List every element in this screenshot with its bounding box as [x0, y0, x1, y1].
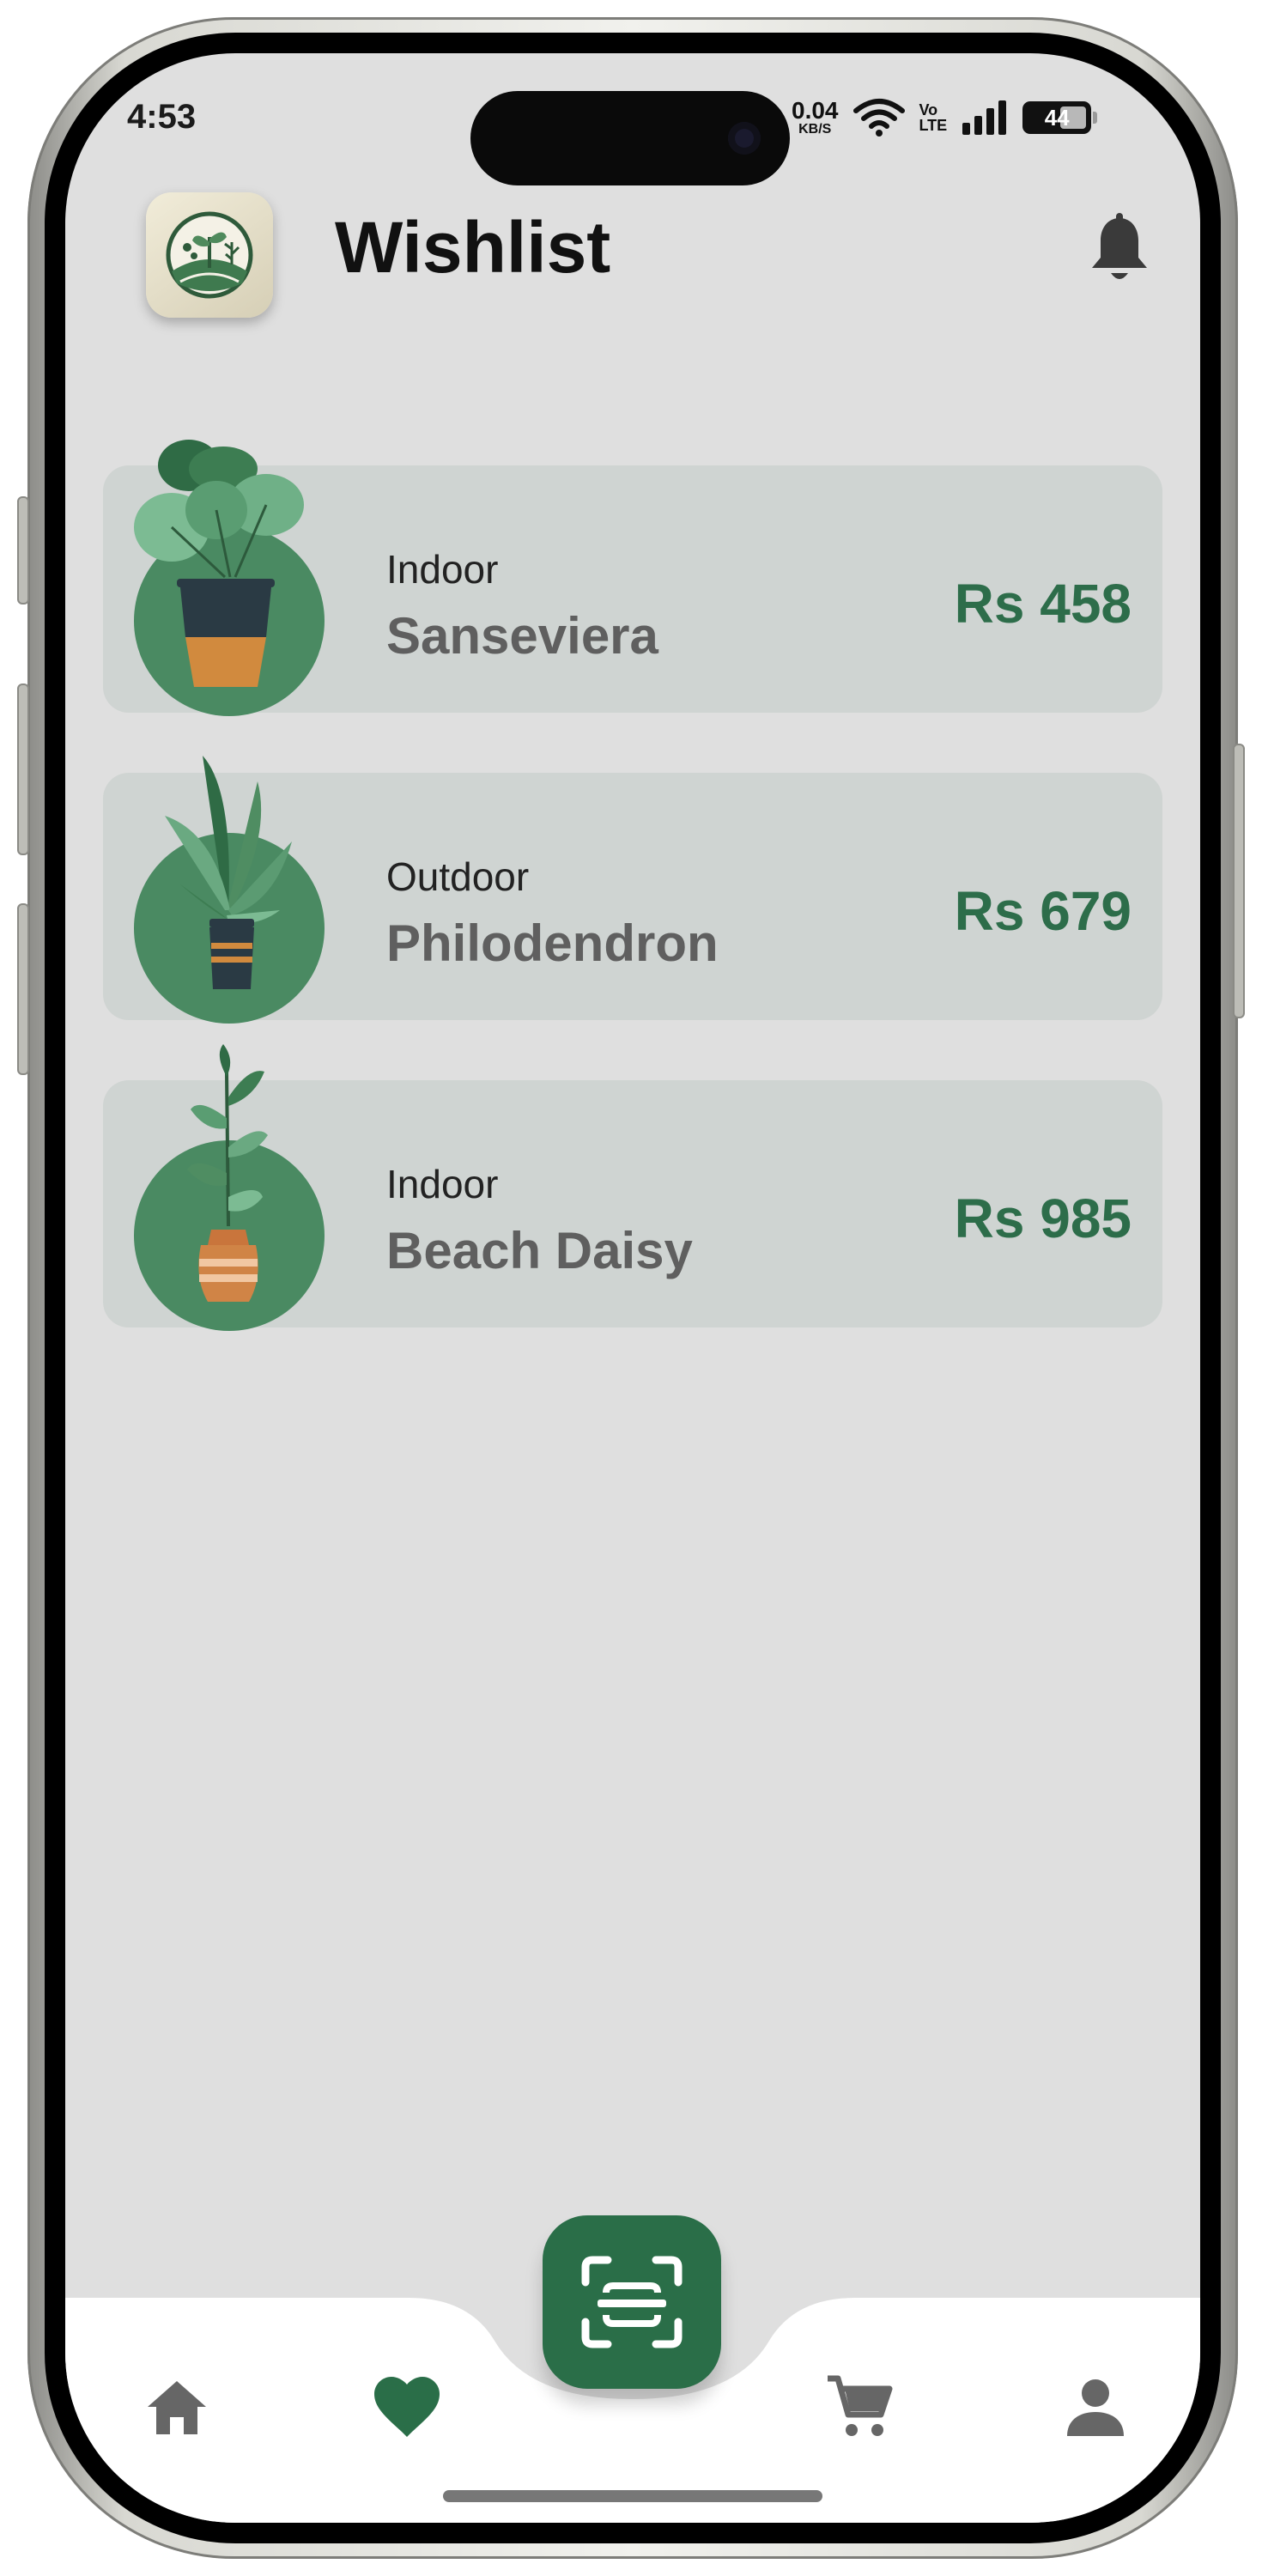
phone-screen: 4:53 0.04 KB/S Vo LTE 44 Wishlist Indoor…	[65, 53, 1200, 2523]
nav-wishlist[interactable]	[373, 2373, 441, 2442]
plant-category: Outdoor	[386, 854, 530, 899]
person-icon	[1067, 2379, 1124, 2436]
leafy-plant-icon	[134, 440, 304, 687]
network-speed-unit: KB/S	[798, 122, 832, 137]
phone-side-button	[17, 496, 29, 605]
volte-bottom: LTE	[919, 117, 948, 134]
wifi-icon	[852, 99, 905, 137]
dynamic-island	[470, 91, 790, 185]
heart-icon	[374, 2377, 440, 2437]
plant-price: Rs 458	[954, 573, 1132, 635]
home-icon	[148, 2381, 206, 2434]
battery-icon: 44	[1022, 101, 1098, 134]
network-speed-value: 0.04	[792, 97, 839, 124]
plant-name: Sanseviera	[386, 607, 658, 665]
plant-price: Rs 679	[954, 880, 1132, 942]
plant-name: Philodendron	[386, 914, 719, 972]
status-icons: 0.04 KB/S Vo LTE 44	[792, 96, 1098, 139]
network-speed: 0.04 KB/S	[792, 99, 839, 137]
volte-top: Vo	[919, 101, 938, 118]
battery-percent: 44	[1044, 104, 1070, 131]
wishlist-card[interactable]: Outdoor Philodendron Rs 679	[103, 756, 1162, 1024]
plant-price: Rs 985	[954, 1188, 1132, 1249]
plant-garden-logo-icon[interactable]	[146, 192, 273, 318]
volte-indicator: Vo LTE	[919, 102, 948, 133]
nav-cart[interactable]	[826, 2373, 895, 2442]
scan-icon	[581, 2256, 683, 2348]
scan-button[interactable]	[543, 2215, 721, 2389]
signal-icon	[962, 100, 1007, 135]
home-indicator[interactable]	[443, 2490, 822, 2502]
cart-icon	[828, 2375, 893, 2436]
tall-leaf-plant-icon	[187, 1044, 268, 1302]
nav-profile[interactable]	[1061, 2373, 1130, 2442]
bell-icon[interactable]	[1087, 213, 1152, 287]
palm-plant-icon	[165, 756, 292, 989]
phone-side-button	[1233, 744, 1245, 1018]
plant-category: Indoor	[386, 1162, 499, 1206]
nav-home[interactable]	[143, 2373, 211, 2442]
plant-name: Beach Daisy	[386, 1222, 693, 1279]
phone-side-button	[17, 683, 29, 855]
phone-side-button	[17, 903, 29, 1075]
status-time: 4:53	[127, 98, 197, 136]
page-title: Wishlist	[335, 207, 611, 288]
plant-category: Indoor	[386, 547, 499, 592]
wishlist-card[interactable]: Indoor Sanseviera Rs 458	[103, 440, 1162, 716]
front-camera	[728, 122, 761, 155]
wishlist-card[interactable]: Indoor Beach Daisy Rs 985	[103, 1044, 1162, 1331]
